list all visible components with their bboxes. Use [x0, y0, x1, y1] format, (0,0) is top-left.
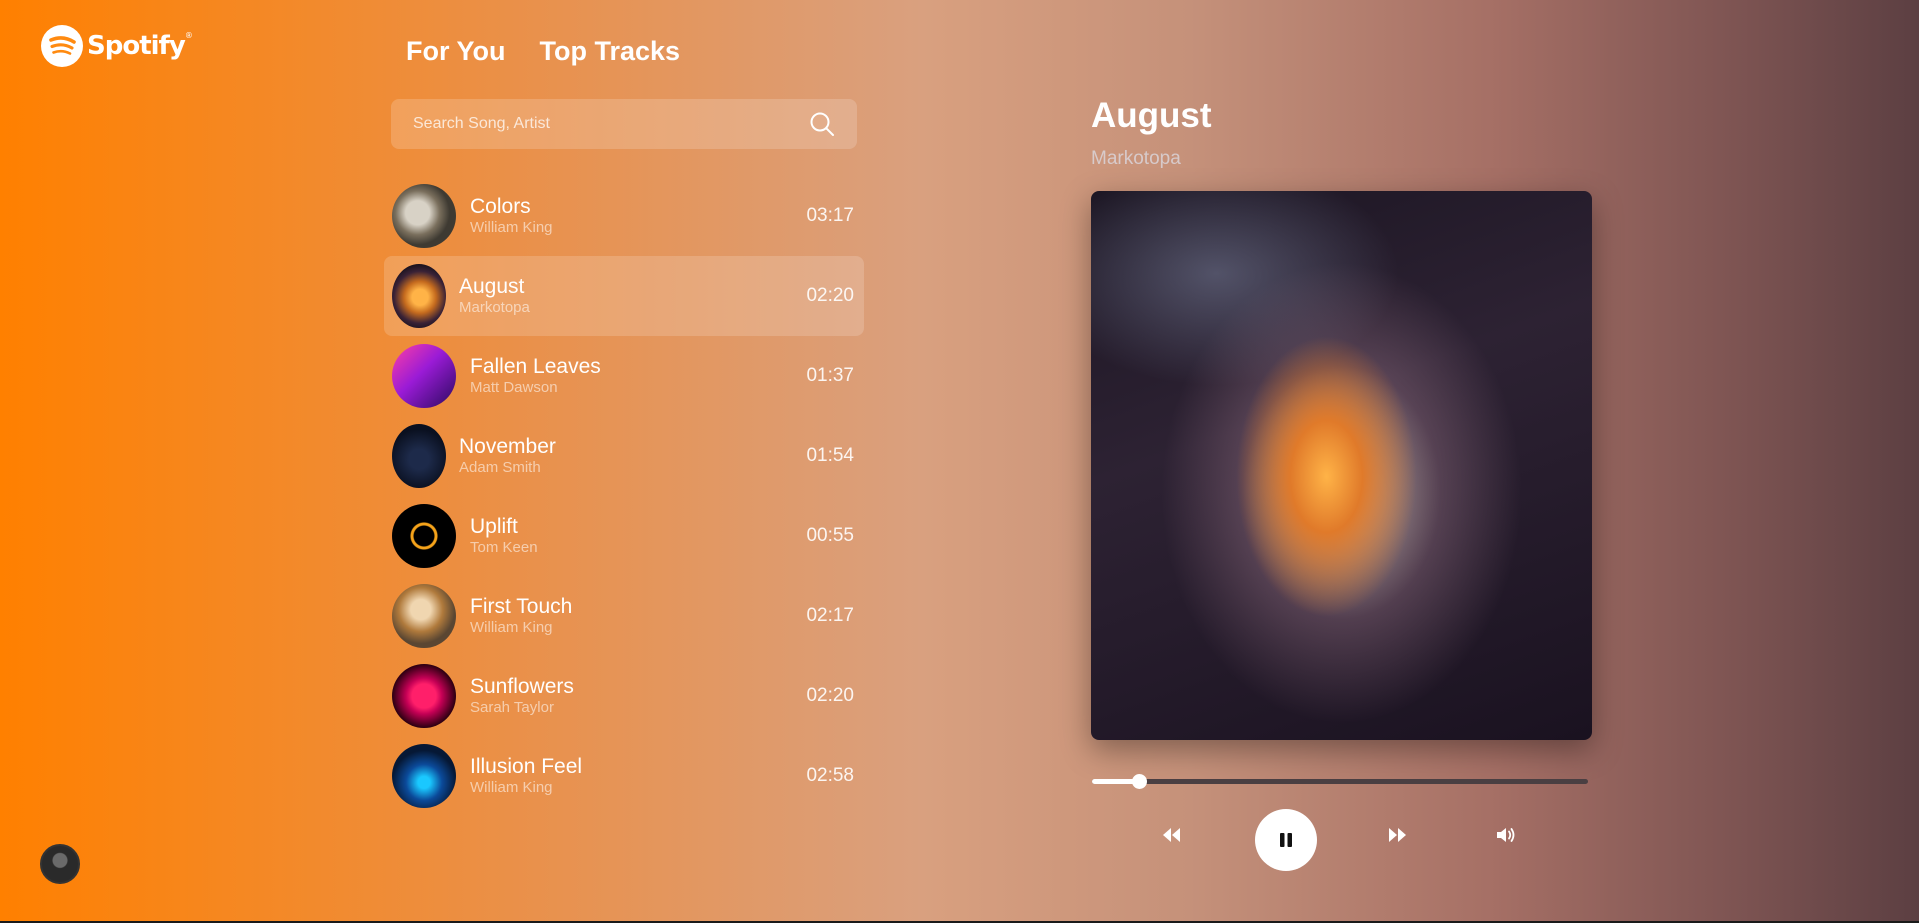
track-item-sunflowers[interactable]: Sunflowers Sarah Taylor 02:20 [384, 656, 864, 736]
track-list: Colors William King 03:17 August Markoto… [384, 176, 864, 816]
track-item-colors[interactable]: Colors William King 03:17 [384, 176, 864, 256]
track-duration: 02:58 [806, 765, 854, 786]
track-title: Illusion Feel [470, 755, 583, 778]
track-duration: 02:20 [806, 285, 854, 306]
track-title: Sunflowers [470, 675, 574, 698]
spotify-logo[interactable]: Spotify® [41, 25, 193, 67]
track-title: Colors [470, 195, 531, 218]
track-item-uplift[interactable]: Uplift Tom Keen 00:55 [384, 496, 864, 576]
track-item-illusion-feel[interactable]: Illusion Feel William King 02:58 [384, 736, 864, 816]
track-artist: Sarah Taylor [470, 699, 554, 716]
track-info: November Adam Smith [459, 435, 806, 477]
search-bar [391, 99, 857, 149]
track-artist: Tom Keen [470, 539, 538, 556]
rewind-icon[interactable] [1162, 827, 1182, 843]
track-duration: 00:55 [806, 525, 854, 546]
track-cover [392, 264, 446, 328]
track-info: First Touch William King [470, 595, 806, 637]
fast-forward-icon[interactable] [1387, 827, 1407, 843]
track-duration: 02:17 [806, 605, 854, 626]
track-item-august[interactable]: August Markotopa 02:20 [384, 256, 864, 336]
track-duration: 02:20 [806, 685, 854, 706]
track-info: Uplift Tom Keen [470, 515, 806, 557]
tab-top-tracks[interactable]: Top Tracks [540, 36, 681, 67]
album-artwork [1091, 191, 1592, 740]
track-info: Sunflowers Sarah Taylor [470, 675, 806, 717]
track-cover [392, 424, 446, 488]
volume-icon[interactable] [1496, 826, 1516, 844]
track-artist: Markotopa [459, 299, 530, 316]
track-title: Fallen Leaves [470, 355, 601, 378]
track-info: Fallen Leaves Matt Dawson [470, 355, 806, 397]
search-input[interactable] [413, 115, 809, 133]
track-info: August Markotopa [459, 275, 806, 317]
background [0, 0, 1919, 921]
track-cover [392, 744, 456, 808]
track-info: Illusion Feel William King [470, 755, 806, 797]
user-avatar[interactable] [40, 844, 80, 884]
track-cover [392, 584, 456, 648]
track-item-fallen-leaves[interactable]: Fallen Leaves Matt Dawson 01:37 [384, 336, 864, 416]
track-artist: William King [470, 619, 553, 636]
track-artist: Adam Smith [459, 459, 541, 476]
now-playing-title: August [1091, 96, 1212, 135]
pause-icon [1280, 833, 1292, 847]
track-duration: 03:17 [806, 205, 854, 226]
tab-bar: For You Top Tracks [406, 36, 680, 67]
track-cover [392, 504, 456, 568]
track-info: Colors William King [470, 195, 806, 237]
track-cover [392, 344, 456, 408]
track-artist: William King [470, 219, 553, 236]
tab-for-you[interactable]: For You [406, 36, 506, 67]
track-title: August [459, 275, 525, 298]
track-item-first-touch[interactable]: First Touch William King 02:17 [384, 576, 864, 656]
progress-bar[interactable] [1092, 774, 1588, 789]
now-playing-artist: Markotopa [1091, 148, 1181, 169]
track-title: Uplift [470, 515, 518, 538]
spotify-icon [41, 25, 83, 67]
track-duration: 01:54 [806, 445, 854, 466]
search-icon[interactable] [809, 111, 835, 137]
track-cover [392, 664, 456, 728]
track-item-november[interactable]: November Adam Smith 01:54 [384, 416, 864, 496]
track-artist: William King [470, 779, 553, 796]
brand-name: Spotify® [87, 31, 193, 61]
track-artist: Matt Dawson [470, 379, 558, 396]
track-duration: 01:37 [806, 365, 854, 386]
track-title: November [459, 435, 556, 458]
pause-button[interactable] [1255, 809, 1317, 871]
track-cover [392, 184, 456, 248]
track-title: First Touch [470, 595, 573, 618]
